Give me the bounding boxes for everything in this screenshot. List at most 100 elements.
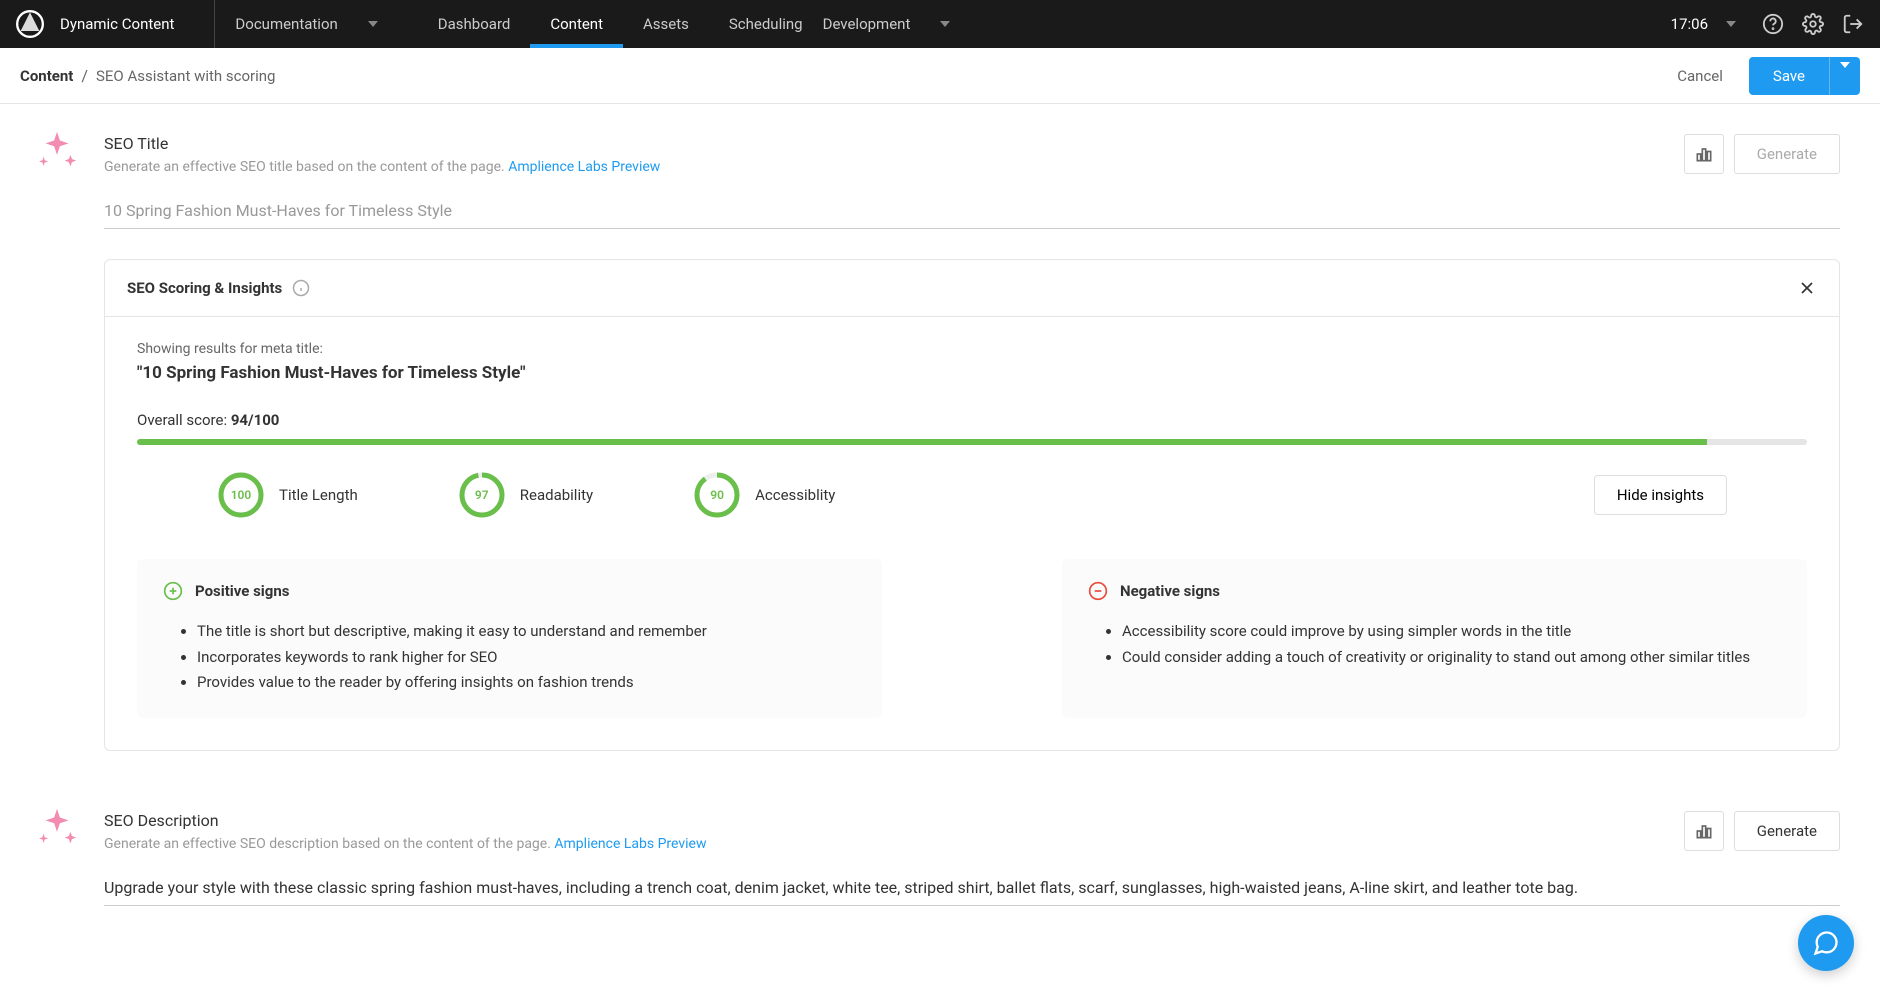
chevron-down-icon bbox=[940, 21, 950, 27]
close-icon[interactable] bbox=[1797, 278, 1817, 298]
top-navbar: Dynamic Content Documentation Dashboard … bbox=[0, 0, 1880, 48]
list-item: The title is short but descriptive, maki… bbox=[197, 619, 856, 645]
breadcrumb-root[interactable]: Content bbox=[20, 67, 73, 85]
save-button-group: Save bbox=[1749, 57, 1860, 95]
tab-label: Scheduling bbox=[729, 15, 803, 33]
sparkle-icon bbox=[34, 805, 80, 851]
insights-title: SEO Scoring & Insights bbox=[127, 279, 282, 297]
overall-value: 94/100 bbox=[231, 411, 280, 429]
tab-label: Assets bbox=[643, 15, 689, 33]
insights-header: SEO Scoring & Insights bbox=[105, 260, 1839, 317]
section-subtitle: Generate an effective SEO title based on… bbox=[104, 159, 660, 175]
signs-header: Negative signs bbox=[1088, 581, 1781, 601]
plus-circle-icon bbox=[163, 581, 183, 601]
help-icon[interactable] bbox=[1762, 13, 1784, 35]
overall-score-label: Overall score: 94/100 bbox=[137, 411, 1807, 429]
save-button[interactable]: Save bbox=[1749, 57, 1829, 95]
page-actions: Cancel Save bbox=[1663, 57, 1860, 95]
signs-header: Positive signs bbox=[163, 581, 856, 601]
brand-logo-icon bbox=[16, 10, 44, 38]
gear-icon[interactable] bbox=[1802, 13, 1824, 35]
sparkle-icon bbox=[34, 128, 80, 174]
development-dropdown[interactable]: Development bbox=[823, 15, 951, 33]
signs-row: Positive signs The title is short but de… bbox=[137, 559, 1807, 718]
generate-button[interactable]: Generate bbox=[1734, 811, 1840, 851]
signs-title: Positive signs bbox=[195, 582, 289, 600]
tab-assets[interactable]: Assets bbox=[623, 0, 709, 48]
ring-value: 97 bbox=[458, 471, 506, 519]
section-subtitle: Generate an effective SEO description ba… bbox=[104, 836, 706, 852]
divider bbox=[214, 0, 215, 48]
insights-panel: SEO Scoring & Insights Showing results f… bbox=[104, 259, 1840, 751]
labs-preview-link[interactable]: Amplience Labs Preview bbox=[508, 159, 660, 175]
section-header-text: SEO Title Generate an effective SEO titl… bbox=[40, 134, 660, 175]
documentation-dropdown[interactable]: Documentation bbox=[235, 15, 377, 33]
seo-description-section: SEO Description Generate an effective SE… bbox=[20, 811, 1840, 906]
ring-value: 100 bbox=[217, 471, 265, 519]
brand-name: Dynamic Content bbox=[60, 15, 174, 33]
metrics-row: 100 Title Length 97 Readability bbox=[137, 471, 1807, 519]
section-actions: Generate bbox=[1684, 134, 1840, 174]
tab-dashboard[interactable]: Dashboard bbox=[418, 0, 531, 48]
chevron-down-icon bbox=[1840, 62, 1850, 83]
score-ring: 100 bbox=[217, 471, 265, 519]
subtitle-text: Generate an effective SEO description ba… bbox=[104, 836, 554, 852]
chat-fab[interactable] bbox=[1798, 915, 1854, 971]
chevron-down-icon[interactable] bbox=[1726, 21, 1736, 27]
meta-title-display: "10 Spring Fashion Must-Haves for Timele… bbox=[137, 363, 1807, 383]
bar-chart-icon bbox=[1694, 144, 1714, 164]
ring-value: 90 bbox=[693, 471, 741, 519]
main-content: SEO Title Generate an effective SEO titl… bbox=[0, 104, 1880, 996]
list-item: Provides value to the reader by offering… bbox=[197, 670, 856, 696]
overall-label-text: Overall score: bbox=[137, 411, 231, 429]
metric-label: Accessiblity bbox=[755, 486, 835, 504]
breadcrumb-separator: / bbox=[81, 66, 88, 85]
cancel-button[interactable]: Cancel bbox=[1663, 59, 1737, 93]
section-header-text: SEO Description Generate an effective SE… bbox=[40, 811, 706, 852]
seo-title-section: SEO Title Generate an effective SEO titl… bbox=[20, 134, 1840, 751]
subtitle-text: Generate an effective SEO title based on… bbox=[104, 159, 508, 175]
positive-signs-card: Positive signs The title is short but de… bbox=[137, 559, 882, 718]
tab-content[interactable]: Content bbox=[530, 0, 623, 48]
list-item: Incorporates keywords to rank higher for… bbox=[197, 645, 856, 671]
tab-label: Content bbox=[550, 15, 603, 33]
breadcrumb-bar: Content / SEO Assistant with scoring Can… bbox=[0, 48, 1880, 104]
seo-title-input[interactable] bbox=[104, 193, 1840, 229]
logout-icon[interactable] bbox=[1842, 13, 1864, 35]
list-item: Could consider adding a touch of creativ… bbox=[1122, 645, 1781, 671]
section-actions: Generate bbox=[1684, 811, 1840, 851]
topbar-right: 17:06 bbox=[1671, 13, 1864, 35]
hide-insights-button[interactable]: Hide insights bbox=[1594, 475, 1727, 515]
section-header: SEO Description Generate an effective SE… bbox=[40, 811, 1840, 852]
negative-signs-card: Negative signs Accessibility score could… bbox=[1062, 559, 1807, 718]
overall-score-bar bbox=[137, 439, 1807, 445]
minus-circle-icon bbox=[1088, 581, 1108, 601]
save-dropdown-button[interactable] bbox=[1829, 57, 1860, 95]
nav-tabs: Dashboard Content Assets Scheduling bbox=[418, 0, 823, 48]
positive-list: The title is short but descriptive, maki… bbox=[163, 619, 856, 696]
section-title: SEO Title bbox=[104, 134, 660, 153]
metric-label: Title Length bbox=[279, 486, 358, 504]
tab-label: Dashboard bbox=[438, 15, 511, 33]
stats-button[interactable] bbox=[1684, 134, 1724, 174]
chevron-down-icon bbox=[368, 21, 378, 27]
signs-title: Negative signs bbox=[1120, 582, 1220, 600]
tab-scheduling[interactable]: Scheduling bbox=[709, 0, 823, 48]
results-label: Showing results for meta title: bbox=[137, 341, 1807, 357]
clock-time: 17:06 bbox=[1671, 15, 1708, 33]
bar-chart-icon bbox=[1694, 821, 1714, 841]
stats-button[interactable] bbox=[1684, 811, 1724, 851]
labs-preview-link[interactable]: Amplience Labs Preview bbox=[554, 836, 706, 852]
negative-list: Accessibility score could improve by usi… bbox=[1088, 619, 1781, 670]
list-item: Accessibility score could improve by usi… bbox=[1122, 619, 1781, 645]
chat-icon bbox=[1812, 929, 1840, 957]
documentation-label: Documentation bbox=[235, 15, 337, 33]
score-ring: 97 bbox=[458, 471, 506, 519]
metric-title-length: 100 Title Length bbox=[217, 471, 358, 519]
seo-description-input[interactable] bbox=[104, 870, 1840, 906]
metric-label: Readability bbox=[520, 486, 593, 504]
section-header: SEO Title Generate an effective SEO titl… bbox=[40, 134, 1840, 175]
development-label: Development bbox=[823, 15, 911, 33]
info-icon[interactable] bbox=[292, 279, 310, 297]
breadcrumb-leaf: SEO Assistant with scoring bbox=[96, 67, 276, 85]
